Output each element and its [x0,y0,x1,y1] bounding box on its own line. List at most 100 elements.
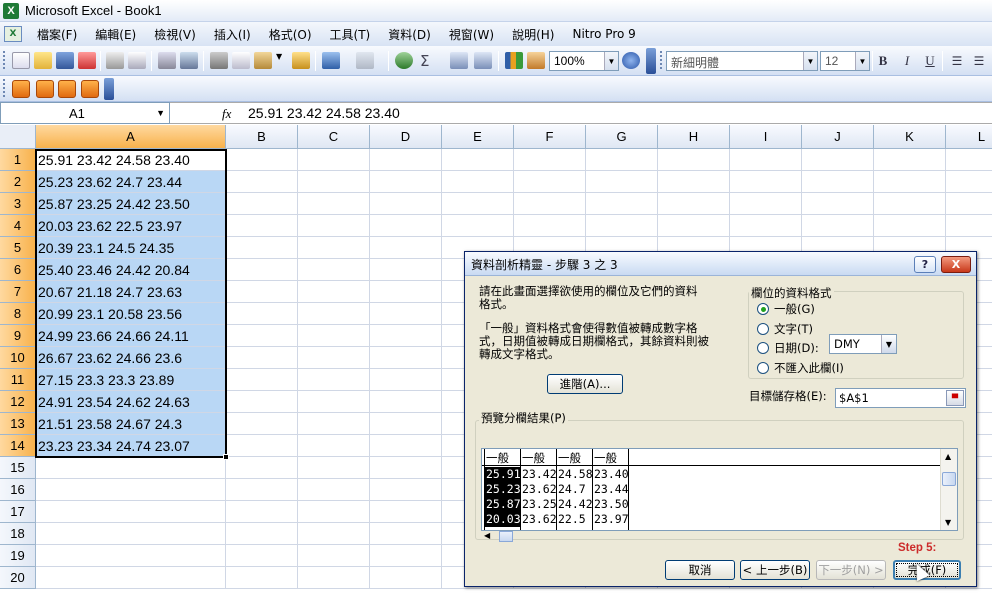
row-header[interactable]: 1 [0,149,36,171]
cell[interactable] [370,435,442,457]
font-size-select[interactable]: 12 ▼ [820,51,870,71]
cell-a[interactable] [36,479,226,501]
cell[interactable] [730,171,802,193]
cell[interactable] [298,281,370,303]
cell[interactable] [658,171,730,193]
drawing-icon[interactable] [527,52,545,69]
cell[interactable] [442,149,514,171]
cell[interactable] [586,193,658,215]
cell[interactable] [226,215,298,237]
align-left-icon[interactable]: ☰ [948,52,966,70]
preview-column-type[interactable]: 一般 [486,450,509,466]
cell-a[interactable]: 20.99 23.1 20.58 23.56 [36,303,226,325]
format-painter-icon[interactable] [292,52,310,69]
workbook-icon[interactable]: X [4,26,22,42]
row-header[interactable]: 19 [0,545,36,567]
copy-icon[interactable] [232,52,250,69]
row-header[interactable]: 11 [0,369,36,391]
undo-icon[interactable] [322,52,340,69]
cell[interactable] [298,347,370,369]
menu-view[interactable]: 檢視(V) [145,26,205,43]
row-header[interactable]: 7 [0,281,36,303]
row-header[interactable]: 15 [0,457,36,479]
cell[interactable] [226,567,298,589]
row-header[interactable]: 5 [0,237,36,259]
cell[interactable] [226,479,298,501]
scroll-thumb[interactable] [499,531,513,542]
column-header-l[interactable]: L [946,125,992,149]
scroll-down-icon[interactable]: ▼ [945,518,951,527]
help-icon[interactable] [622,52,640,69]
cell[interactable] [298,501,370,523]
formula-value[interactable]: 25.91 23.42 24.58 23.40 [248,105,400,121]
cell[interactable] [298,259,370,281]
research-icon[interactable] [180,52,198,69]
cell[interactable] [802,149,874,171]
cell[interactable] [658,215,730,237]
bold-button[interactable]: B [874,52,892,70]
cell[interactable] [370,347,442,369]
column-header-g[interactable]: G [586,125,658,149]
cell[interactable] [442,193,514,215]
row-header[interactable]: 4 [0,215,36,237]
cell[interactable] [442,215,514,237]
cell[interactable] [226,545,298,567]
cell[interactable] [946,149,992,171]
cell[interactable] [226,149,298,171]
cell[interactable] [730,149,802,171]
cell[interactable] [298,303,370,325]
cell[interactable] [370,457,442,479]
chevron-down-icon[interactable]: ▼ [156,108,165,118]
column-header-f[interactable]: F [514,125,586,149]
cell[interactable] [298,545,370,567]
column-header-c[interactable]: C [298,125,370,149]
cell[interactable] [370,325,442,347]
cell[interactable] [442,171,514,193]
cell-a[interactable] [36,567,226,589]
column-header-e[interactable]: E [442,125,514,149]
cell[interactable] [226,325,298,347]
row-header[interactable]: 17 [0,501,36,523]
cell-a[interactable]: 20.67 21.18 24.7 23.63 [36,281,226,303]
cell[interactable] [226,281,298,303]
cell[interactable] [514,149,586,171]
paste-icon[interactable] [254,52,272,69]
cell[interactable] [370,567,442,589]
cell[interactable] [226,303,298,325]
italic-button[interactable]: I [898,52,916,70]
cell[interactable] [370,545,442,567]
menu-help[interactable]: 說明(H) [503,26,563,43]
advanced-button[interactable]: 進階(A)... [547,374,623,394]
cell-a[interactable]: 24.99 23.66 24.66 24.11 [36,325,226,347]
cell[interactable] [370,259,442,281]
cell[interactable] [226,523,298,545]
menu-nitro[interactable]: Nitro Pro 9 [563,27,644,41]
cell[interactable] [298,369,370,391]
cell[interactable] [226,501,298,523]
cell[interactable] [730,215,802,237]
cell[interactable] [802,171,874,193]
menu-edit[interactable]: 編輯(E) [86,26,145,43]
nitro-combine-icon[interactable] [58,80,76,98]
cell-a[interactable]: 20.03 23.62 22.5 23.97 [36,215,226,237]
column-header-k[interactable]: K [874,125,946,149]
chart-wizard-icon[interactable] [505,52,523,69]
cell[interactable] [298,149,370,171]
toolbar-grip[interactable] [3,79,6,97]
cell-a[interactable]: 20.39 23.1 24.5 24.35 [36,237,226,259]
cell[interactable] [370,171,442,193]
row-header[interactable]: 9 [0,325,36,347]
toolbar-options-icon[interactable] [104,78,114,100]
cell-a[interactable]: 21.51 23.58 24.67 24.3 [36,413,226,435]
cell[interactable] [946,215,992,237]
print-preview-icon[interactable] [128,52,146,69]
cell[interactable] [298,193,370,215]
row-header[interactable]: 16 [0,479,36,501]
redo-icon[interactable] [356,52,374,69]
close-button[interactable]: X [941,256,971,273]
align-center-icon[interactable]: ☰ [970,52,988,70]
row-header[interactable]: 3 [0,193,36,215]
autosum-icon[interactable]: Σ [420,52,438,70]
cell-a[interactable]: 25.23 23.62 24.7 23.44 [36,171,226,193]
cell[interactable] [226,171,298,193]
